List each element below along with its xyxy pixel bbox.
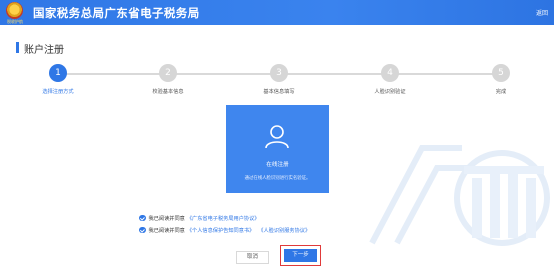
emblem-caption: 税收护航: [7, 19, 23, 24]
page-title: 账户注册: [24, 45, 64, 56]
step-3-label: 基本信息填写: [263, 89, 295, 95]
agreement-row-2: 我已阅读并同意 《个人信息保护告知同意书》 《人脸识别服务协议》: [139, 226, 310, 234]
user-agreement-link[interactable]: 《广东省电子税务局用户协议》: [187, 215, 260, 222]
header-bar: 税收护航 国家税务总局广东省电子税务局 返回: [0, 0, 554, 25]
card-description: 通过在线人脸识别进行实名验证。: [244, 176, 311, 181]
step-2-circle: 2: [159, 64, 177, 82]
agreement-prefix: 我已阅读并同意: [148, 227, 185, 234]
step-1-label: 选择注册方式: [42, 89, 74, 95]
page-title-accent: [16, 42, 19, 53]
checkbox-checked-icon[interactable]: [139, 226, 146, 234]
site-title: 国家税务总局广东省电子税务局: [33, 6, 200, 20]
agreement-prefix: 我已阅读并同意: [148, 215, 185, 222]
cancel-button[interactable]: 取消: [236, 251, 269, 264]
step-5-label: 完成: [495, 89, 507, 95]
tax-emblem-icon: [6, 2, 23, 19]
step-4-label: 人脸识别验证: [374, 89, 406, 95]
tax-building-watermark: [369, 145, 550, 246]
step-2-label: 校验基本信息: [152, 89, 184, 95]
step-4-circle: 4: [381, 64, 399, 82]
user-icon: [265, 125, 289, 149]
agreement-row-1: 我已阅读并同意 《广东省电子税务局用户协议》: [139, 214, 259, 222]
step-1-circle: 1: [49, 64, 67, 82]
step-5-circle: 5: [492, 64, 510, 82]
online-register-card[interactable]: 在线注册 通过在线人脸识别进行实名验证。: [226, 105, 329, 193]
next-button[interactable]: 下一步: [284, 249, 317, 262]
privacy-consent-link[interactable]: 《个人信息保护告知同意书》: [187, 227, 254, 234]
top-return-link[interactable]: 返回: [536, 8, 548, 17]
checkbox-checked-icon[interactable]: [139, 214, 146, 222]
face-recognition-agreement-link[interactable]: 《人脸识别服务协议》: [258, 227, 310, 234]
step-3-circle: 3: [270, 64, 288, 82]
card-title: 在线注册: [266, 162, 289, 168]
